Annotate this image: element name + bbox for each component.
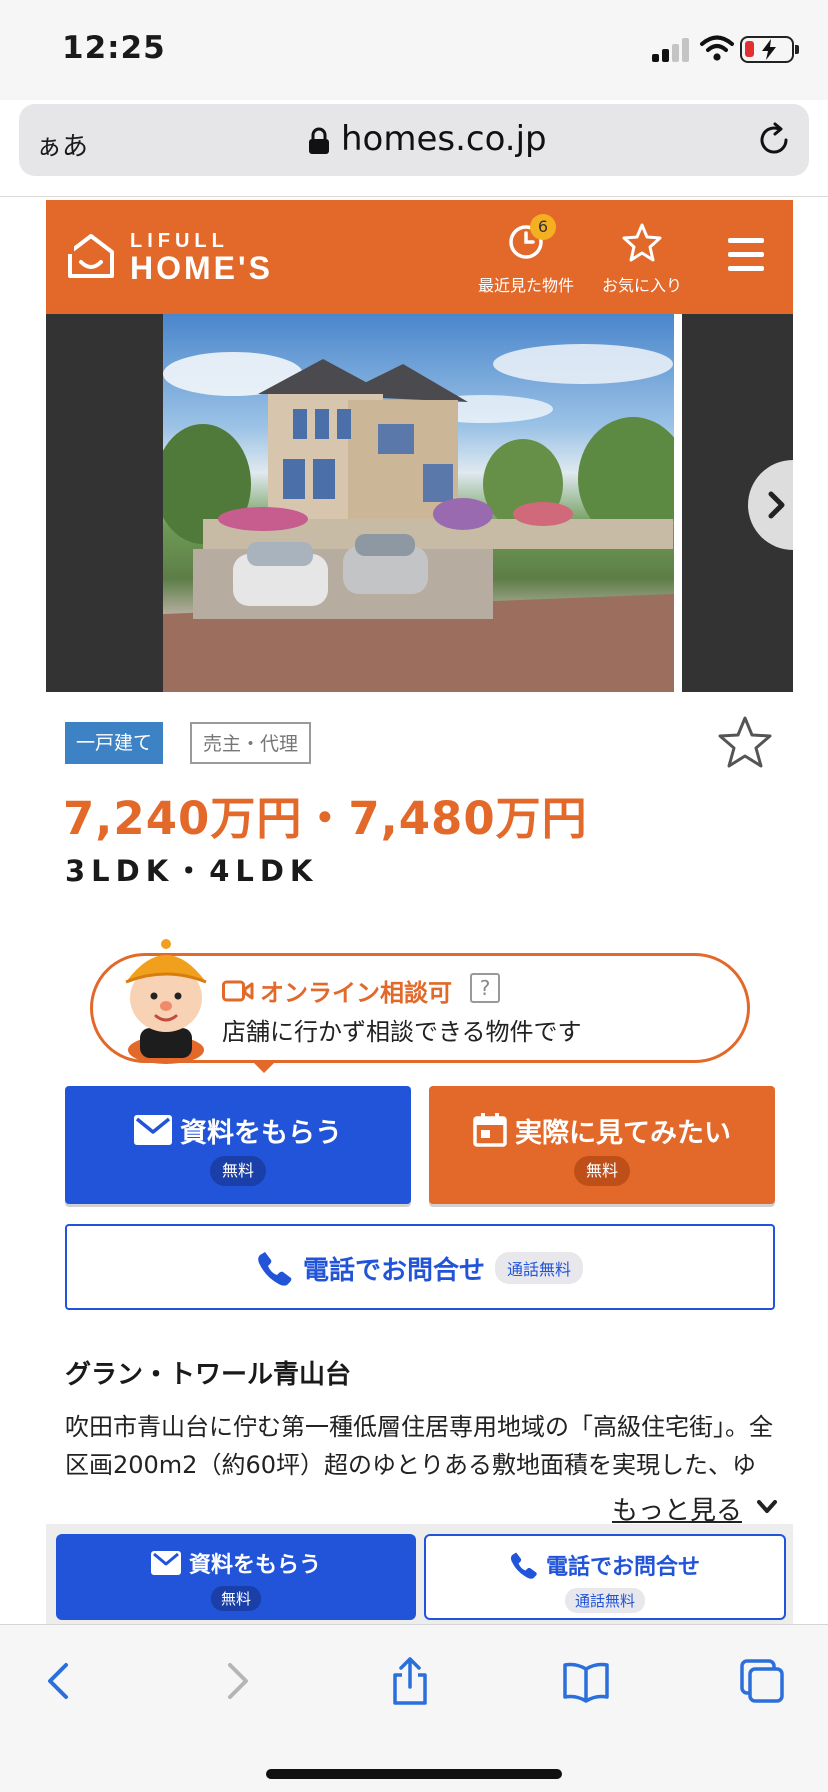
free-call-badge: 通話無料 bbox=[564, 1588, 646, 1613]
phone-inquiry-button[interactable]: 電話でお問合せ 通話無料 bbox=[65, 1224, 775, 1310]
gallery-next-button[interactable] bbox=[748, 460, 793, 550]
logo-text-main[interactable]: HOME'S bbox=[130, 250, 273, 287]
text-size-button[interactable]: ぁあ bbox=[36, 126, 88, 163]
mascot-icon bbox=[125, 939, 207, 1064]
deal-type-tag: 売主・代理 bbox=[190, 722, 312, 764]
sticky-phone-inquiry-button[interactable]: 電話でお問合せ 通話無料 bbox=[424, 1534, 786, 1620]
recent-viewed-label: 最近見た物件 bbox=[478, 276, 575, 295]
reload-icon[interactable] bbox=[756, 122, 792, 158]
lock-icon bbox=[309, 127, 329, 154]
visit-request-button[interactable]: 実際に見てみたい 無料 bbox=[429, 1086, 775, 1204]
favorites-button[interactable]: お気に入り bbox=[602, 222, 682, 296]
wifi-icon bbox=[700, 35, 734, 61]
property-description: 吹田市青山台に佇む第一種低層住居専用地域の「高級住宅街」。全区画200m2（約6… bbox=[65, 1413, 773, 1479]
photo-gallery[interactable] bbox=[46, 314, 793, 692]
bookmarks-icon[interactable] bbox=[562, 1657, 610, 1705]
online-consultation-description: 店舗に行かず相談できる物件です bbox=[222, 1018, 582, 1046]
property-price: 7,240万円・7,480万円 bbox=[63, 792, 588, 845]
gallery-divider bbox=[674, 314, 682, 692]
property-type-tag: 一戸建て bbox=[65, 722, 164, 764]
recent-count-badge: 6 bbox=[530, 214, 556, 240]
house-logo-icon[interactable] bbox=[66, 232, 116, 280]
calendar-icon bbox=[473, 1113, 507, 1147]
online-consultation-title: オンライン相談可 bbox=[260, 979, 452, 1007]
read-more-link[interactable]: もっと見る bbox=[612, 1490, 742, 1527]
back-icon[interactable] bbox=[36, 1657, 84, 1705]
free-badge: 無料 bbox=[209, 1156, 267, 1186]
request-documents-label: 資料をもらう bbox=[180, 1117, 342, 1149]
status-bar: 12:25 bbox=[0, 0, 828, 100]
phone-icon bbox=[510, 1552, 537, 1579]
share-icon[interactable] bbox=[386, 1657, 434, 1705]
property-layout: 3LDK・4LDK bbox=[65, 854, 319, 888]
recent-viewed-button[interactable]: 6 最近見た物件 bbox=[478, 214, 575, 296]
banner-pointer bbox=[252, 1061, 276, 1073]
mail-icon bbox=[134, 1115, 172, 1145]
home-indicator bbox=[266, 1769, 562, 1779]
free-badge: 無料 bbox=[573, 1156, 631, 1186]
free-call-badge: 通話無料 bbox=[495, 1252, 584, 1284]
video-camera-icon bbox=[222, 980, 254, 1002]
chevron-right-icon bbox=[768, 491, 785, 519]
hamburger-menu-icon[interactable] bbox=[728, 238, 764, 272]
cellular-signal-icon bbox=[652, 38, 692, 62]
mail-icon bbox=[150, 1551, 181, 1575]
url-text[interactable]: homes.co.jp bbox=[341, 119, 547, 159]
phone-inquiry-label: 電話でお問合せ bbox=[302, 1255, 485, 1286]
phone-icon bbox=[258, 1252, 292, 1286]
property-photo[interactable] bbox=[163, 314, 674, 692]
tabs-icon[interactable] bbox=[738, 1657, 786, 1705]
sticky-request-documents-button[interactable]: 資料をもらう 無料 bbox=[56, 1534, 416, 1620]
sticky-cta-bar: 資料をもらう 無料 電話でお問合せ 通話無料 bbox=[46, 1524, 793, 1624]
battery-icon bbox=[740, 36, 799, 63]
free-badge: 無料 bbox=[210, 1586, 262, 1611]
site-header: LIFULL HOME'S 6 最近見た物件 お気に入り bbox=[46, 200, 793, 314]
star-icon bbox=[622, 223, 662, 262]
favorites-label: お気に入り bbox=[602, 276, 683, 295]
browser-toolbar bbox=[0, 1624, 828, 1792]
forward-icon[interactable] bbox=[212, 1657, 260, 1705]
property-name: グラン・トワール青山台 bbox=[65, 1360, 352, 1390]
address-bar[interactable]: ぁあ homes.co.jp bbox=[19, 104, 809, 176]
help-icon[interactable]: ? bbox=[470, 973, 500, 1003]
divider bbox=[0, 196, 828, 197]
visit-request-label: 実際に見てみたい bbox=[515, 1117, 731, 1149]
chevron-down-icon[interactable] bbox=[756, 1498, 778, 1516]
favorite-star-icon[interactable] bbox=[716, 714, 774, 770]
request-documents-button[interactable]: 資料をもらう 無料 bbox=[65, 1086, 411, 1204]
sticky-request-documents-label: 資料をもらう bbox=[188, 1553, 321, 1578]
sticky-phone-inquiry-label: 電話でお問合せ bbox=[545, 1555, 700, 1580]
status-time: 12:25 bbox=[62, 30, 166, 66]
